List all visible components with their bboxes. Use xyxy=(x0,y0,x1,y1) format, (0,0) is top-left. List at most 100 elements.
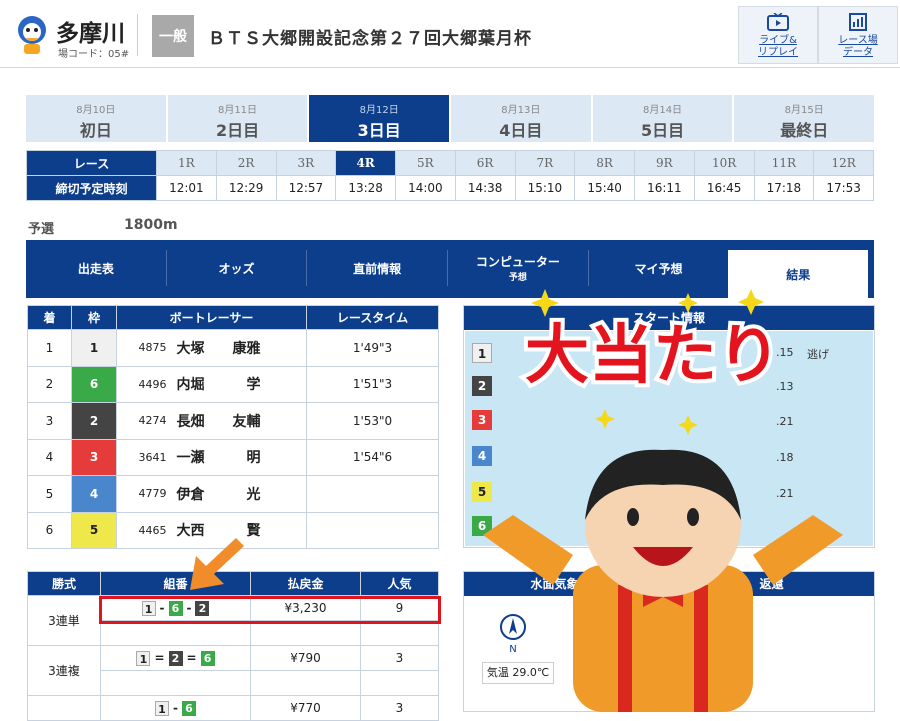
deadline-label: 締切予定時刻 xyxy=(26,175,157,201)
tab-odds[interactable]: オッズ xyxy=(167,250,308,286)
highlight-box xyxy=(99,596,441,624)
header-divider xyxy=(137,14,138,56)
deadline-time: 14:00 xyxy=(395,175,456,201)
race-number-tab[interactable]: 10R xyxy=(693,150,755,176)
live-replay-button[interactable]: ライブ& リプレイ xyxy=(738,6,818,64)
racer-reg-number: 4496 xyxy=(116,365,177,403)
race-number-tab[interactable]: 1R xyxy=(156,150,217,176)
boat-number: 6 xyxy=(71,365,117,403)
day-name: 初日 xyxy=(79,121,112,140)
boat-chip: 1 xyxy=(136,650,151,666)
day-name: 最終日 xyxy=(780,121,829,140)
race-number-tab[interactable]: 7R xyxy=(514,150,576,176)
day-name: 2日目 xyxy=(215,121,260,140)
deadline-time: 12:29 xyxy=(215,175,277,201)
race-number-tab[interactable]: 2R xyxy=(215,150,277,176)
tab-entry-list[interactable]: 出走表 xyxy=(26,250,167,286)
race-time: 1'53"0 xyxy=(306,402,439,440)
racer-reg-number: 4875 xyxy=(116,329,177,367)
boat-chip: 6 xyxy=(181,700,196,716)
finish-position: 4 xyxy=(27,438,72,476)
separator: = xyxy=(186,650,197,665)
deadline-time: 12:57 xyxy=(275,175,337,201)
popularity: 3 xyxy=(360,645,439,671)
col-header-position: 着 xyxy=(27,305,72,330)
racer-name[interactable]: 内堀 学 xyxy=(176,365,307,403)
boat-chip: 1 xyxy=(155,700,169,716)
race-time: 1'54"6 xyxy=(306,438,439,476)
day-tab[interactable]: 8月10日初日 xyxy=(26,95,166,142)
day-tab[interactable]: 8月11日 2日目 xyxy=(167,95,308,142)
day-date: 8月15日 xyxy=(784,105,824,116)
racer-reg-number: 3641 xyxy=(116,438,177,476)
boat-number: 1 xyxy=(71,329,117,367)
day-tabs: 8月10日初日 8月11日 2日目 8月12日 3日目 8月13日 4日目 8月14日… xyxy=(26,95,875,142)
deadline-time: 15:40 xyxy=(574,175,635,201)
day-tab[interactable]: 8月15日最終日 xyxy=(734,95,875,142)
day-date: 8月13日 xyxy=(501,105,541,116)
venue-data-button[interactable]: レース場 データ xyxy=(818,6,898,64)
race-label: レース xyxy=(26,150,157,176)
race-number-tab[interactable]: 9R xyxy=(634,150,695,176)
chart-doc-icon xyxy=(849,13,867,31)
header: 多摩川 場コード：05# 一般 ＢＴＳ大郷開設記念第２７回大郷葉月杯 ライブ& … xyxy=(0,0,900,68)
day-date: 8月14日 xyxy=(642,105,683,116)
boat-number: 5 xyxy=(71,511,117,549)
bet-type: 3連複 xyxy=(27,645,101,696)
race-selector: レース 1R 2R 3R 4R 5R 6R 7R 8R 9R 10R 11R 1… xyxy=(26,150,874,201)
race-number-tab[interactable]: 6R xyxy=(454,150,516,176)
boat-number: 4 xyxy=(71,475,117,513)
racer-name[interactable]: 大塚 康雅 xyxy=(176,329,307,367)
day-tab[interactable]: 8月13日 4日目 xyxy=(451,95,591,142)
jackpot-text: 大当たり xyxy=(525,319,781,393)
table-row: 2 6 4496 内堀 学 1'51"3 xyxy=(27,365,439,403)
deadline-time: 17:18 xyxy=(753,175,815,201)
race-number-tab[interactable]: 8R xyxy=(574,150,635,176)
race-time: 1'49"3 xyxy=(306,329,439,367)
bet-type: 3連単 xyxy=(27,595,101,646)
deadline-time: 15:10 xyxy=(514,175,576,201)
empty-cell xyxy=(100,670,251,696)
race-number-tab[interactable]: 5R xyxy=(395,150,456,176)
venue-name: 多摩川 xyxy=(56,21,125,47)
cheering-man-icon xyxy=(483,449,843,712)
popularity: 3 xyxy=(360,695,439,721)
deadline-time: 13:28 xyxy=(335,175,396,201)
col-header-payout: 払戻金 xyxy=(250,571,361,596)
day-date: 8月10日 xyxy=(76,105,116,116)
race-number-tab[interactable]: 3R xyxy=(275,150,337,176)
deadline-time: 16:11 xyxy=(634,175,695,201)
empty-cell xyxy=(360,620,439,646)
tab-pre-race-info[interactable]: 直前情報 xyxy=(307,250,449,286)
tab-label: マイ予想 xyxy=(634,261,683,276)
combination: 1 = 2 = 6 xyxy=(100,645,251,671)
separator: - xyxy=(173,700,178,715)
race-number-tab[interactable]: 12R xyxy=(813,150,874,176)
col-header-bet-type: 勝式 xyxy=(27,571,101,596)
payout-amount: ¥770 xyxy=(250,695,361,721)
tab-label: 直前情報 xyxy=(353,261,402,276)
finish-position: 5 xyxy=(27,475,72,513)
racer-reg-number: 4779 xyxy=(116,475,177,513)
venue-data-label-2: データ xyxy=(843,47,873,58)
racer-name[interactable]: 一瀬 明 xyxy=(176,438,307,476)
tab-my-prediction[interactable]: マイ予想 xyxy=(589,250,729,286)
race-number-tab-active[interactable]: 4R xyxy=(335,150,396,176)
race-number-tab[interactable]: 11R xyxy=(753,150,815,176)
payout-amount: ¥790 xyxy=(250,645,361,671)
day-tab[interactable]: 8月14日 5日目 xyxy=(592,95,733,142)
day-tab-active[interactable]: 8月12日 3日目 xyxy=(309,95,450,142)
table-row: 3連複 1 = 2 = 6 ¥790 3 xyxy=(27,645,439,696)
boat-number: 3 xyxy=(71,438,117,476)
separator: = xyxy=(154,650,165,665)
racer-name[interactable]: 伊倉 光 xyxy=(176,475,307,513)
race-time: 1'51"3 xyxy=(306,365,439,403)
table-row: 1-6 ¥770 3 xyxy=(27,695,439,721)
racer-name[interactable]: 長畑 友輔 xyxy=(176,402,307,440)
live-replay-label-2: リプレイ xyxy=(758,47,798,58)
tab-label: オッズ xyxy=(218,261,255,276)
tab-computer-prediction[interactable]: コンピューター 予想 xyxy=(448,250,589,286)
table-row: 4 3 3641 一瀬 明 1'54"6 xyxy=(27,438,439,476)
empty-cell xyxy=(250,670,361,696)
race-time xyxy=(306,475,439,513)
